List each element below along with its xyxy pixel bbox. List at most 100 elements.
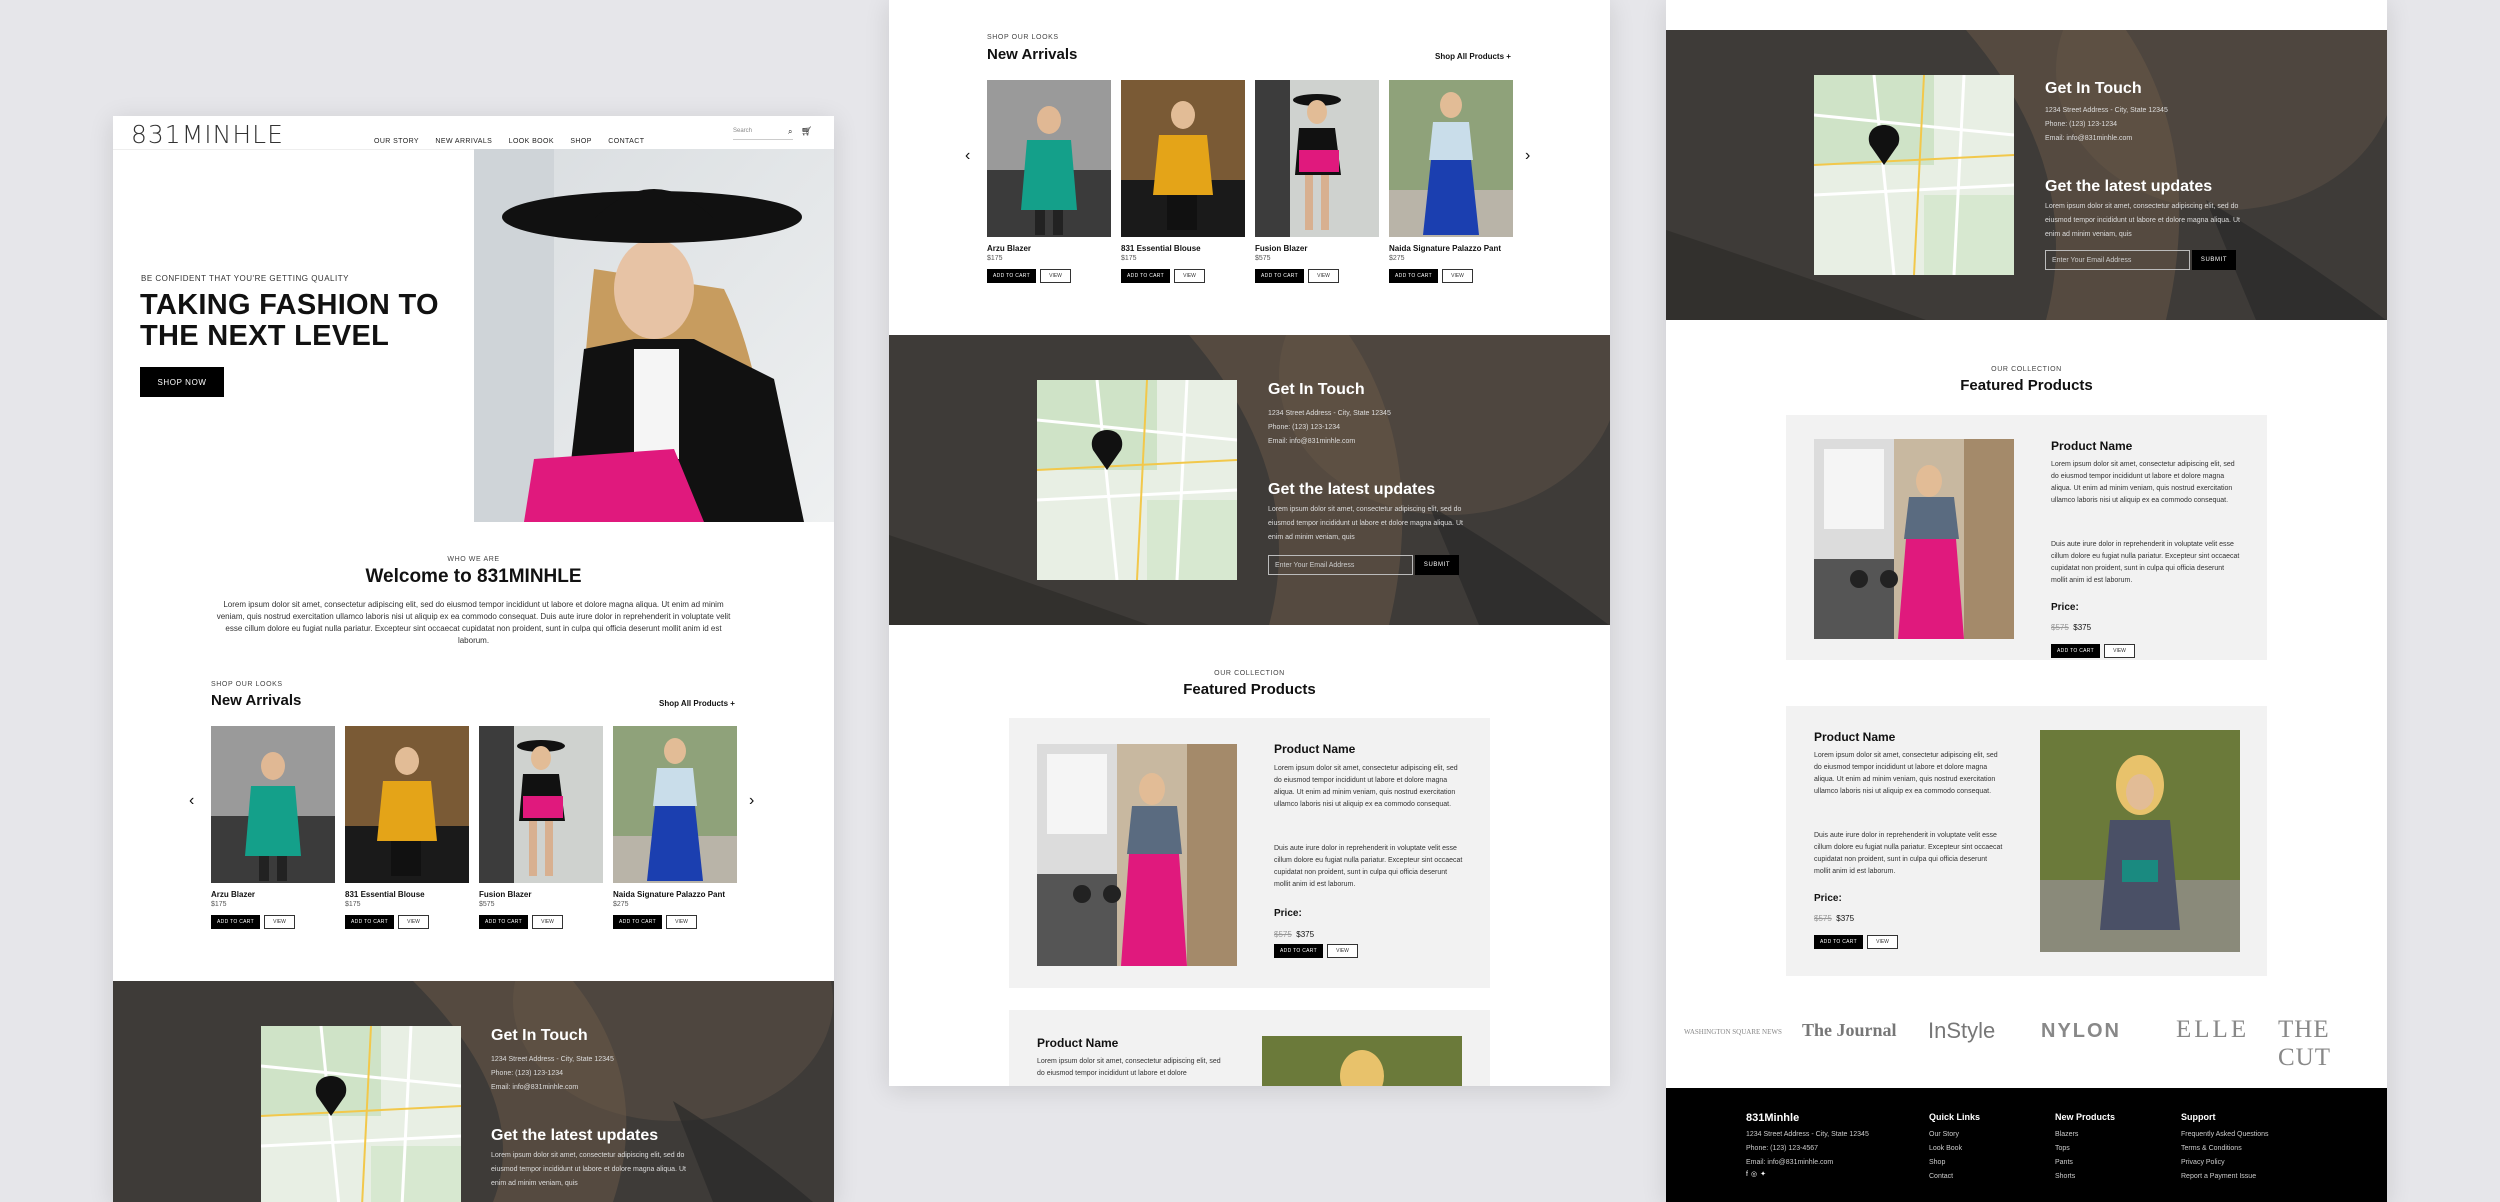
footer-email[interactable]: Email: info@831minhle.com <box>1746 1156 1869 1170</box>
product-card[interactable]: Arzu Blazer $175 ADD TO CART VIEW <box>211 726 335 929</box>
view-button[interactable]: VIEW <box>1327 944 1358 958</box>
view-button[interactable]: VIEW <box>1174 269 1205 283</box>
instagram-icon[interactable]: ◎ <box>1751 1171 1760 1178</box>
view-button[interactable]: VIEW <box>1040 269 1071 283</box>
welcome-eyebrow: WHO WE ARE <box>447 556 500 563</box>
footer-link[interactable]: Contact <box>1929 1170 1962 1184</box>
featured-product-image[interactable] <box>2040 730 2240 952</box>
search-icon[interactable]: ⌕ <box>788 127 792 137</box>
view-button[interactable]: VIEW <box>1867 935 1898 949</box>
shop-all-link[interactable]: Shop All Products + <box>1435 52 1511 61</box>
shop-all-link[interactable]: Shop All Products + <box>659 699 735 708</box>
featured-product-image[interactable] <box>1262 1036 1462 1086</box>
contact-phone: Phone: (123) 123-1234 <box>491 1070 563 1077</box>
product-card[interactable]: Arzu Blazer $175 ADD TO CART VIEW <box>987 80 1111 283</box>
footer-link[interactable]: Look Book <box>1929 1142 1962 1156</box>
product-name[interactable]: Fusion Blazer <box>1255 244 1379 253</box>
add-to-cart-button[interactable]: ADD TO CART <box>479 915 528 929</box>
nav-look-book[interactable]: LOOK BOOK <box>509 138 554 145</box>
location-map[interactable] <box>1037 380 1237 580</box>
twitter-icon[interactable]: ✦ <box>1760 1171 1769 1178</box>
add-to-cart-button[interactable]: ADD TO CART <box>1121 269 1170 283</box>
product-image[interactable] <box>479 726 603 883</box>
add-to-cart-button[interactable]: ADD TO CART <box>1814 935 1863 949</box>
nav-shop[interactable]: SHOP <box>570 138 591 145</box>
footer-link[interactable]: Tops <box>2055 1142 2078 1156</box>
submit-button[interactable]: SUBMIT <box>2192 250 2236 270</box>
contact-email[interactable]: Email: info@831minhle.com <box>491 1081 614 1095</box>
view-button[interactable]: VIEW <box>532 915 563 929</box>
footer-link[interactable]: Report a Payment Issue <box>2181 1170 2269 1184</box>
product-image[interactable] <box>613 726 737 883</box>
product-card[interactable]: Naida Signature Palazzo Pant $275 ADD TO… <box>1389 80 1513 283</box>
product-name[interactable]: Fusion Blazer <box>479 890 603 899</box>
product-name[interactable]: Naida Signature Palazzo Pant <box>613 890 737 899</box>
contact-email[interactable]: Email: info@831minhle.com <box>2045 132 2168 146</box>
footer-link[interactable]: Blazers <box>2055 1128 2078 1142</box>
product-name[interactable]: Arzu Blazer <box>987 244 1111 253</box>
contact-address: 1234 Street Address - City, State 12345 <box>1268 410 1391 417</box>
footer-link[interactable]: Terms & Conditions <box>2181 1142 2269 1156</box>
location-map[interactable] <box>261 1026 461 1202</box>
nav-our-story[interactable]: OUR STORY <box>374 138 419 145</box>
next-arrow-icon[interactable]: › <box>1525 147 1530 165</box>
add-to-cart-button[interactable]: ADD TO CART <box>613 915 662 929</box>
contact-phone: Phone: (123) 123-1234 <box>2045 121 2117 128</box>
featured-product-image[interactable] <box>1814 439 2014 639</box>
footer-link[interactable]: Shop <box>1929 1156 1962 1170</box>
view-button[interactable]: VIEW <box>1442 269 1473 283</box>
site-logo[interactable]: 831MINHLE <box>131 120 284 149</box>
add-to-cart-button[interactable]: ADD TO CART <box>1274 944 1323 958</box>
shop-now-button[interactable]: SHOP NOW <box>140 367 224 397</box>
product-name[interactable]: 831 Essential Blouse <box>345 890 469 899</box>
product-card[interactable]: Naida Signature Palazzo Pant $275 ADD TO… <box>613 726 737 929</box>
email-field[interactable]: Enter Your Email Address <box>1268 555 1413 575</box>
view-button[interactable]: VIEW <box>264 915 295 929</box>
product-image[interactable] <box>1121 80 1245 237</box>
product-name[interactable]: Naida Signature Palazzo Pant <box>1389 244 1513 253</box>
product-image[interactable] <box>1389 80 1513 237</box>
add-to-cart-button[interactable]: ADD TO CART <box>1389 269 1438 283</box>
product-card[interactable]: Fusion Blazer $575 ADD TO CART VIEW <box>479 726 603 929</box>
prev-arrow-icon[interactable]: ‹ <box>189 792 194 810</box>
footer-link[interactable]: Privacy Policy <box>2181 1156 2269 1170</box>
product-name[interactable]: Arzu Blazer <box>211 890 335 899</box>
contact-email[interactable]: Email: info@831minhle.com <box>1268 435 1391 449</box>
prev-arrow-icon[interactable]: ‹ <box>965 147 970 165</box>
view-button[interactable]: VIEW <box>1308 269 1339 283</box>
next-arrow-icon[interactable]: › <box>749 792 754 810</box>
add-to-cart-button[interactable]: ADD TO CART <box>2051 644 2100 658</box>
footer-link[interactable]: Shorts <box>2055 1170 2078 1184</box>
location-map[interactable] <box>1814 75 2014 275</box>
product-description-2: Duis aute irure dolor in reprehenderit i… <box>1814 832 2003 875</box>
product-image[interactable] <box>1255 80 1379 237</box>
featured-eyebrow: OUR COLLECTION <box>1991 366 2062 373</box>
email-field[interactable]: Enter Your Email Address <box>2045 250 2190 270</box>
product-image[interactable] <box>987 80 1111 237</box>
price-label: Price: <box>2051 602 2079 613</box>
product-name[interactable]: 831 Essential Blouse <box>1121 244 1245 253</box>
submit-button[interactable]: SUBMIT <box>1415 555 1459 575</box>
footer-link[interactable]: Frequently Asked Questions <box>2181 1128 2269 1142</box>
featured-product-image[interactable] <box>1037 744 1237 966</box>
footer-link[interactable]: Our Story <box>1929 1128 1962 1142</box>
contact-address: 1234 Street Address - City, State 12345 <box>2045 107 2168 114</box>
footer-link[interactable]: Pants <box>2055 1156 2078 1170</box>
add-to-cart-button[interactable]: ADD TO CART <box>1255 269 1304 283</box>
nav-contact[interactable]: CONTACT <box>608 138 644 145</box>
search-input[interactable]: Search <box>733 128 793 140</box>
view-button[interactable]: VIEW <box>2104 644 2135 658</box>
add-to-cart-button[interactable]: ADD TO CART <box>211 915 260 929</box>
cart-icon[interactable]: 🛒︎ <box>801 126 812 137</box>
add-to-cart-button[interactable]: ADD TO CART <box>345 915 394 929</box>
updates-body: Lorem ipsum dolor sit amet, consectetur … <box>491 1152 686 1187</box>
nav-new-arrivals[interactable]: NEW ARRIVALS <box>435 138 492 145</box>
product-card[interactable]: 831 Essential Blouse $175 ADD TO CART VI… <box>345 726 469 929</box>
product-card[interactable]: Fusion Blazer $575 ADD TO CART VIEW <box>1255 80 1379 283</box>
product-image[interactable] <box>345 726 469 883</box>
product-card[interactable]: 831 Essential Blouse $175 ADD TO CART VI… <box>1121 80 1245 283</box>
add-to-cart-button[interactable]: ADD TO CART <box>987 269 1036 283</box>
view-button[interactable]: VIEW <box>398 915 429 929</box>
view-button[interactable]: VIEW <box>666 915 697 929</box>
product-image[interactable] <box>211 726 335 883</box>
